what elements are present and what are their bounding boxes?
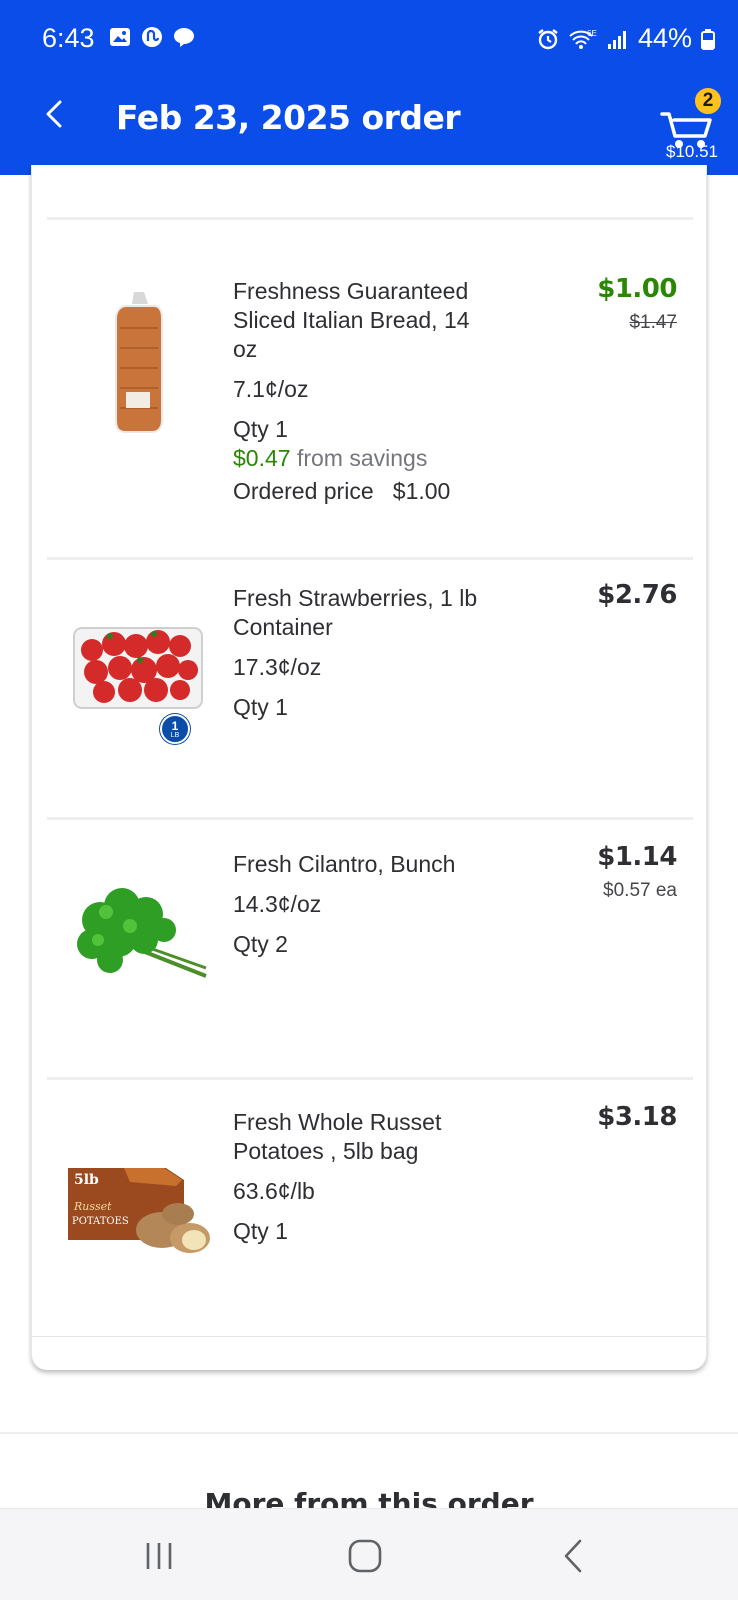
gallery-icon: [110, 28, 130, 46]
card-inner-divider: [32, 1336, 708, 1337]
section-divider: [0, 1432, 738, 1434]
weight-badge: 1 LB: [160, 714, 190, 744]
item-quantity: Qty 1: [233, 1218, 288, 1244]
order-item-strawberries[interactable]: 1 LB Fresh Strawberries, 1 lb Container …: [32, 560, 708, 818]
item-details: Freshness Guaranteed Sliced Italian Brea…: [233, 277, 533, 506]
system-status-icons: 6E 44%: [536, 23, 716, 54]
item-quantity: Qty 1: [233, 416, 288, 442]
russet-potatoes-bag-image: 5lb Russet POTATOES: [68, 1168, 210, 1253]
item-details: Fresh Cilantro, Bunch 14.3¢/oz Qty 2: [233, 850, 533, 959]
item-details: Fresh Whole Russet Potatoes , 5lb bag 63…: [233, 1108, 533, 1246]
item-price: $1.14: [597, 842, 677, 872]
order-item-cilantro[interactable]: Fresh Cilantro, Bunch 14.3¢/oz Qty 2 $1.…: [32, 820, 708, 1078]
order-details-screen: 6:43 6E 44% Feb 23, 2025 order 2 $10.51: [0, 0, 738, 1600]
item-name-line2: Potatoes , 5lb bag: [233, 1138, 419, 1164]
original-price: $1.47: [629, 312, 677, 333]
notification-icons: [108, 25, 196, 49]
savings-amount: $0.47: [233, 445, 291, 471]
weight-badge-number: 1: [171, 719, 179, 733]
cilantro-bunch-image: [77, 888, 207, 978]
app-notification-icon: [142, 27, 162, 47]
item-price: $1.00: [597, 274, 677, 304]
cart-total[interactable]: $10.51: [652, 142, 732, 162]
unit-price: 63.6¢/lb: [233, 1178, 315, 1204]
ordered-price-value: $1.00: [392, 478, 451, 504]
order-item-bread[interactable]: Freshness Guaranteed Sliced Italian Brea…: [32, 220, 708, 560]
item-price: $3.18: [597, 1102, 677, 1132]
item-name-line3: oz: [233, 336, 258, 362]
item-name-line2: Sliced Italian Bread, 14: [233, 307, 470, 333]
savings-label: from savings: [296, 445, 428, 471]
order-item-potatoes[interactable]: 5lb Russet POTATOES Fresh Whole Russet P…: [32, 1080, 708, 1330]
weight-badge-unit: LB: [170, 732, 180, 739]
item-price-block: $1.00 $1.47: [597, 274, 677, 334]
chat-bubble-icon: [174, 28, 194, 47]
item-quantity: Qty 2: [233, 931, 288, 957]
battery-percent: 44%: [637, 23, 692, 53]
svg-text:Russet: Russet: [73, 1200, 112, 1213]
back-arrow-icon[interactable]: [36, 94, 76, 134]
back-nav-icon[interactable]: [548, 1531, 598, 1581]
home-icon[interactable]: [340, 1531, 390, 1581]
app-header: 6:43 6E 44% Feb 23, 2025 order 2 $10.51: [0, 0, 738, 175]
wifi-icon: 6E: [569, 29, 597, 49]
system-navigation-bar: [0, 1508, 738, 1600]
cart-count-badge: 2: [693, 86, 723, 116]
status-bar: 6:43 6E 44%: [0, 0, 738, 80]
ordered-price-label: Ordered price: [233, 478, 374, 504]
recent-apps-icon[interactable]: [134, 1531, 184, 1581]
page-title: Feb 23, 2025 order: [116, 98, 461, 137]
more-from-order-heading: More from this order: [204, 1487, 534, 1509]
item-name: Fresh Cilantro, Bunch: [233, 851, 456, 877]
status-time: 6:43: [42, 23, 95, 53]
item-price-block: $2.76: [597, 580, 677, 610]
item-name: Freshness Guaranteed: [233, 278, 469, 304]
item-name: Fresh Strawberries, 1 lb: [233, 585, 478, 611]
battery-icon: [701, 28, 715, 50]
signal-icon: [607, 30, 626, 49]
bread-loaf-image: [115, 292, 163, 433]
item-name-line2: Container: [233, 614, 333, 640]
alarm-icon: [538, 28, 558, 49]
item-name: Fresh Whole Russet: [233, 1109, 442, 1135]
unit-price: 17.3¢/oz: [233, 654, 322, 680]
item-price-block: $3.18: [597, 1102, 677, 1132]
svg-text:5lb: 5lb: [74, 1172, 99, 1188]
item-price-block: $1.14 $0.57 ea: [597, 842, 677, 902]
item-price: $2.76: [597, 580, 677, 610]
each-price: $0.57 ea: [603, 880, 677, 901]
svg-text:POTATOES: POTATOES: [72, 1216, 129, 1227]
item-details: Fresh Strawberries, 1 lb Container 17.3¢…: [233, 584, 533, 722]
item-quantity: Qty 1: [233, 694, 288, 720]
unit-price: 7.1¢/oz: [233, 376, 309, 402]
svg-text:6E: 6E: [587, 29, 597, 38]
unit-price: 14.3¢/oz: [233, 891, 322, 917]
ordered-price-line: Ordered price $1.00: [233, 477, 533, 506]
order-items-card: Freshness Guaranteed Sliced Italian Brea…: [31, 165, 708, 1370]
header-row: Feb 23, 2025 order: [0, 80, 738, 175]
savings-line: $0.47 from savings: [233, 444, 533, 473]
